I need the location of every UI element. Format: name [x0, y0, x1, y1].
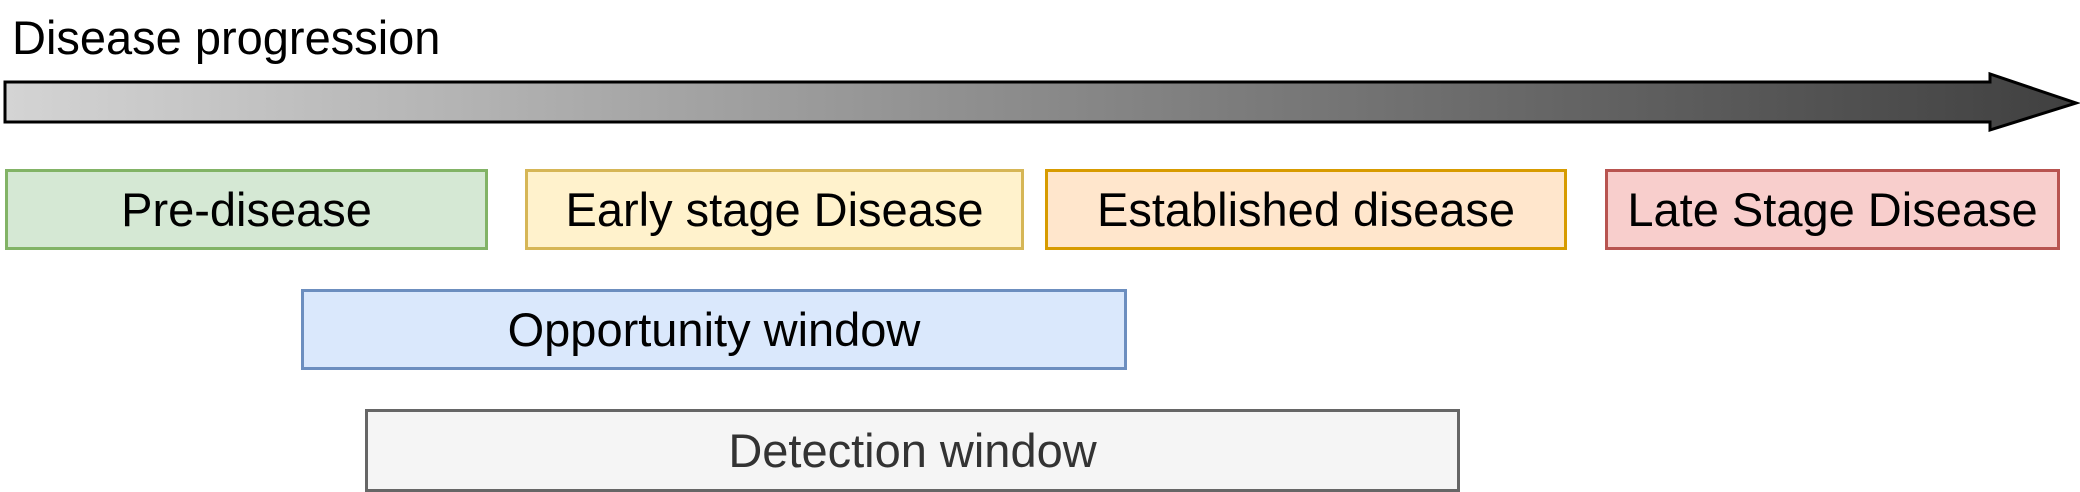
stage-label: Pre-disease [121, 183, 372, 236]
detection-window: Detection window [365, 409, 1460, 492]
diagram-title: Disease progression [12, 11, 441, 64]
window-label: Opportunity window [507, 303, 921, 356]
stage-label: Established disease [1096, 183, 1516, 236]
stage-early-disease: Early stage Disease [525, 169, 1024, 250]
arrow-shape [3, 71, 2080, 133]
stage-pre-disease: Pre-disease [5, 169, 488, 250]
progression-arrow [3, 71, 2080, 133]
opportunity-window: Opportunity window [301, 289, 1127, 370]
stage-established-disease: Established disease [1045, 169, 1567, 250]
stage-label: Late Stage Disease [1627, 183, 2038, 236]
window-label: Detection window [728, 424, 1097, 477]
stage-label: Early stage Disease [565, 183, 984, 236]
stage-late-disease: Late Stage Disease [1605, 169, 2060, 250]
